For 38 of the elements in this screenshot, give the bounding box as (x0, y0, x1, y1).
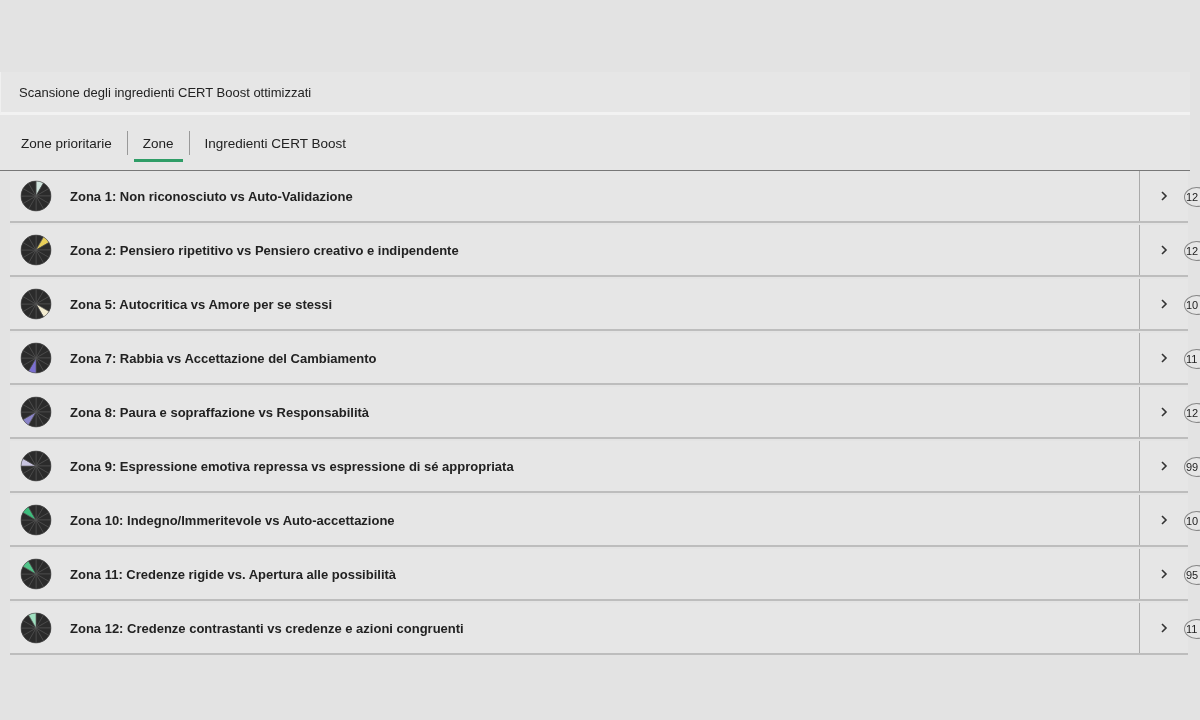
chevron-right-icon[interactable] (1159, 513, 1169, 527)
pie-wheel-icon (20, 180, 52, 212)
pie-wheel-icon (20, 558, 52, 590)
chevron-right-icon[interactable] (1159, 621, 1169, 635)
chevron-right-icon[interactable] (1159, 405, 1169, 419)
pie-wheel-icon (20, 234, 52, 266)
zone-title: Zona 7: Rabbia vs Accettazione del Cambiamento (70, 350, 378, 366)
pie-wheel-icon (20, 342, 52, 374)
chevron-right-icon[interactable] (1159, 297, 1169, 311)
zone-title: Zona 8: Paura e sopraffazione vs Responsabilità (70, 404, 371, 420)
zone-row[interactable]: Zona 12: Credenze contrastanti vs credenze e azioni congruenti (10, 603, 1188, 655)
zone-row[interactable]: Zona 2: Pensiero ripetitivo vs Pensiero creativo e indipendente (10, 225, 1188, 277)
chevron-right-icon[interactable] (1159, 189, 1169, 203)
zone-row[interactable]: Zona 7: Rabbia vs Accettazione del Cambiamento (10, 333, 1188, 385)
zone-title: Zona 10: Indegno/Immeritevole vs Auto-accettazione (70, 512, 396, 528)
zone-row[interactable]: Zona 1: Non riconosciuto vs Auto-Validazione (10, 171, 1188, 223)
chevron-right-icon[interactable] (1159, 567, 1169, 581)
chevron-right-icon[interactable] (1159, 459, 1169, 473)
chevron-right-icon[interactable] (1159, 243, 1169, 257)
pie-wheel-icon (20, 288, 52, 320)
zone-row[interactable]: Zona 10: Indegno/Immeritevole vs Auto-accettazione (10, 495, 1188, 547)
zone-row[interactable]: Zona 8: Paura e sopraffazione vs Responsabilità (10, 387, 1188, 439)
zone-title: Zona 2: Pensiero ripetitivo vs Pensiero creativo e indipendente (70, 242, 460, 258)
zone-title: Zona 12: Credenze contrastanti vs credenze e azioni congruenti (70, 620, 465, 636)
pie-wheel-icon (20, 396, 52, 428)
zone-title: Zona 11: Credenze rigide vs. Apertura alle possibilità (70, 566, 398, 582)
chevron-right-icon[interactable] (1159, 351, 1169, 365)
zone-title: Zona 5: Autocritica vs Amore per se stessi (70, 296, 334, 312)
tab[interactable]: Ingredienti CERT Boost (195, 129, 355, 162)
pie-wheel-icon (20, 504, 52, 536)
zone-title: Zona 1: Non riconosciuto vs Auto-Validazione (70, 188, 354, 204)
zone-row[interactable]: Zona 5: Autocritica vs Amore per se stessi (10, 279, 1188, 331)
pie-wheel-icon (20, 450, 52, 482)
tab[interactable]: Zone prioritarie (12, 129, 121, 162)
pie-wheel-icon (20, 612, 52, 644)
tab[interactable]: Zone (133, 129, 183, 162)
zone-title: Zona 9: Espressione emotiva repressa vs espressione di sé appropriata (70, 458, 515, 474)
page-title: Scansione degli ingredienti CERT Boost ottimizzati (19, 84, 312, 100)
